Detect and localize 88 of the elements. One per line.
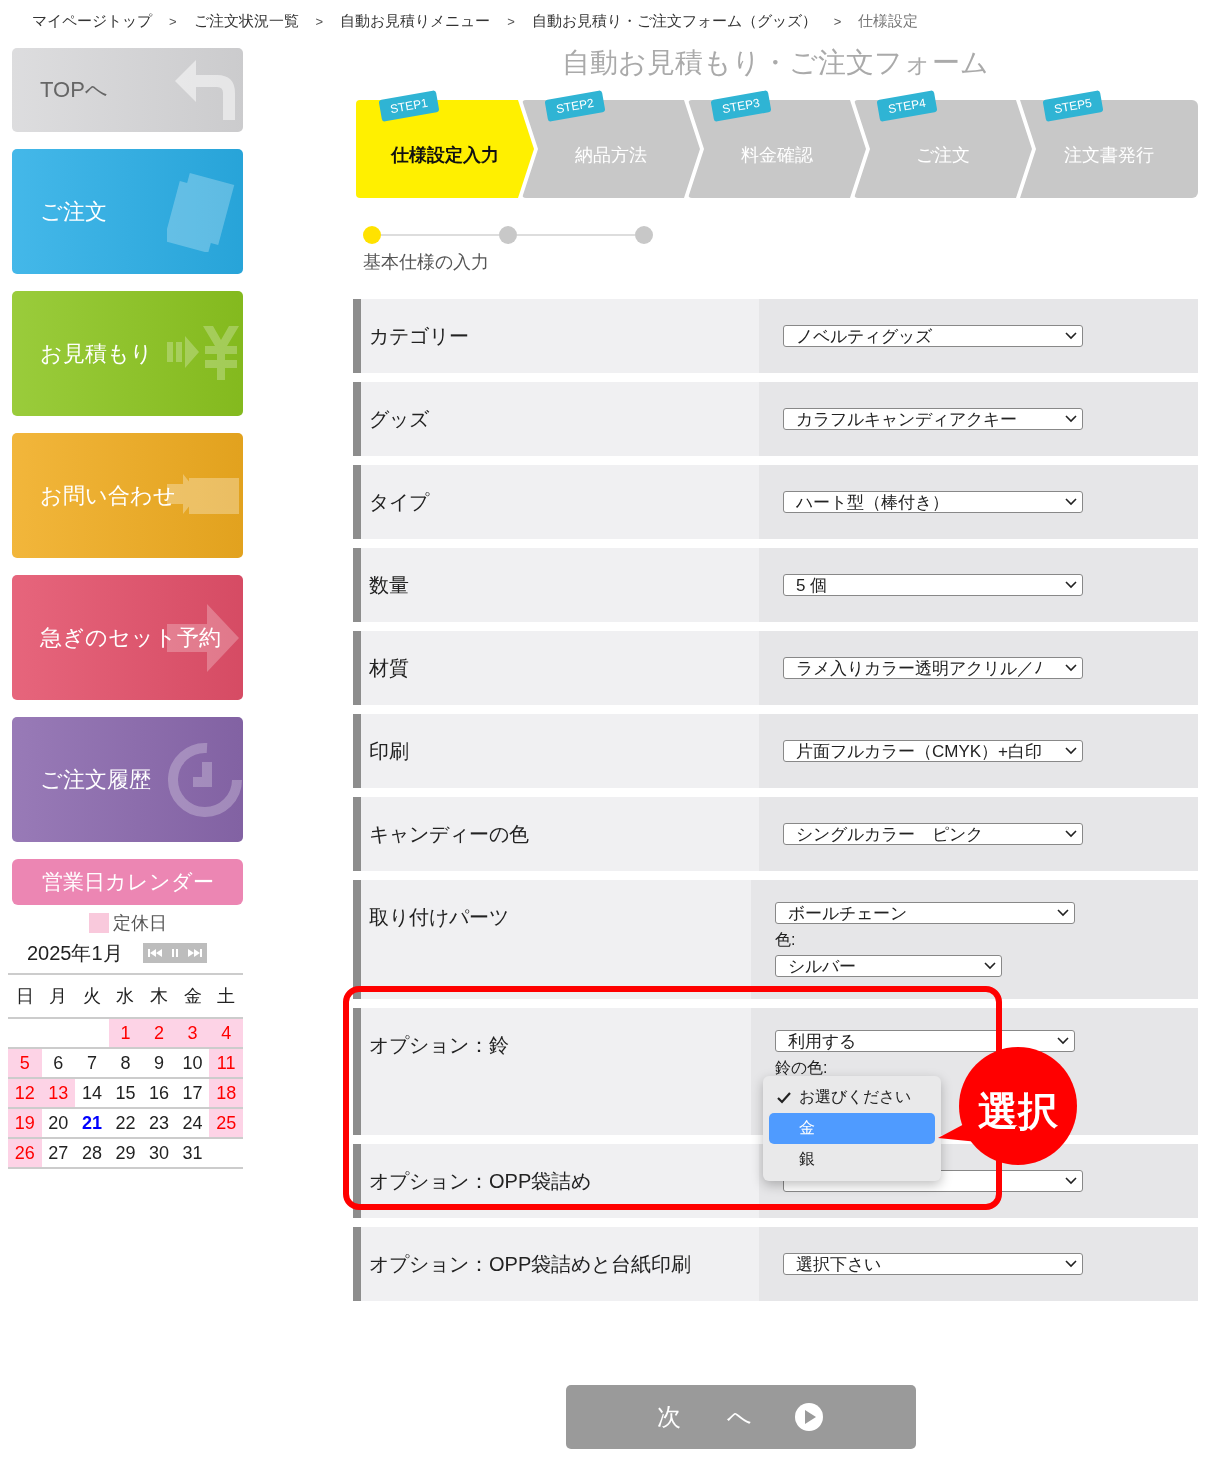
calendar-day: 2	[142, 1018, 176, 1048]
field-label: キャンディーの色	[369, 821, 529, 847]
field-label: グッズ	[369, 406, 429, 432]
calendar-day: 23	[142, 1108, 176, 1138]
select-field[interactable]: 利用する	[775, 1030, 1075, 1052]
form-title: 自動お見積もり・ご注文フォーム	[561, 46, 990, 80]
select-field[interactable]: 選択下さい	[783, 1253, 1083, 1275]
calendar-day: 4	[209, 1018, 243, 1048]
pause-icon	[171, 949, 178, 957]
select-field[interactable]: ラメ入りカラー透明アクリル／ﾉ	[783, 657, 1083, 679]
calendar-day: 15	[108, 1078, 143, 1108]
calendar-day: 8	[108, 1048, 143, 1078]
breadcrumb-separator: >	[169, 13, 177, 29]
breadcrumb-separator: >	[315, 13, 324, 29]
chevron-icon	[1065, 1177, 1077, 1185]
breadcrumb-link[interactable]: 自動お見積り・ご注文フォーム（グッズ）	[531, 11, 817, 31]
holiday-swatch	[88, 913, 109, 933]
breadcrumb-separator: >	[833, 13, 842, 29]
calendar-day: 28	[75, 1138, 109, 1168]
select-field[interactable]: ハート型（棒付き）	[783, 491, 1083, 513]
chevron-icon	[1065, 664, 1077, 672]
calendar-day: 22	[108, 1108, 143, 1138]
nav-button[interactable]: TOPへ	[12, 48, 243, 132]
chevron-icon	[1065, 581, 1077, 589]
chevron-icon	[984, 962, 996, 970]
breadcrumb-link[interactable]: ご注文状況一覧	[193, 11, 299, 31]
field-label: タイプ	[369, 489, 429, 515]
calendar-day: 12	[8, 1078, 42, 1108]
legend-label: 定休日	[112, 912, 167, 935]
weekday-header: 月	[41, 974, 76, 1018]
chevron-icon	[1057, 909, 1069, 917]
field-label: 取り付けパーツ	[369, 905, 509, 930]
breadcrumb-current: 仕様設定	[858, 11, 919, 31]
calendar-day: 7	[75, 1048, 109, 1078]
calendar-day: 5	[8, 1048, 42, 1078]
select-field[interactable]: シングルカラー ピンク	[783, 823, 1083, 845]
calendar-day: 21	[75, 1108, 109, 1138]
chevron-icon	[1065, 747, 1077, 755]
calendar-day: 20	[41, 1108, 76, 1138]
callout-text: 選択	[977, 1088, 1059, 1135]
nav-button[interactable]: 急ぎのセット予約	[12, 575, 243, 700]
weekday-header: 日	[8, 974, 42, 1018]
calendar-month: 2025年1月	[27, 940, 123, 966]
nav-button[interactable]: ご注文履歴	[12, 717, 243, 842]
calendar-day: 25	[209, 1108, 243, 1138]
dropdown-option[interactable]: 銀	[769, 1144, 935, 1175]
calendar-day: 9	[142, 1048, 176, 1078]
calendar-day: 27	[41, 1138, 76, 1168]
chevron-icon	[1065, 498, 1077, 506]
dropdown-option[interactable]: お選びください	[769, 1082, 935, 1113]
sub-label: 色:	[775, 930, 797, 950]
return-arrow-icon	[175, 60, 235, 120]
select-field[interactable]: カラフルキャンディアクキー	[783, 408, 1083, 430]
sub-label: 鈴の色:	[775, 1058, 829, 1078]
breadcrumb-link[interactable]: 自動お見積りメニュー	[340, 11, 491, 31]
select-field[interactable]: シルバー	[775, 955, 1002, 977]
calendar-day: 18	[209, 1078, 243, 1108]
checkmark-icon	[777, 1091, 791, 1104]
calendar-day: 26	[8, 1138, 42, 1168]
select-field[interactable]: 片面フルカラー（CMYK）+白印	[783, 740, 1083, 762]
calendar-day: 11	[209, 1048, 243, 1078]
calendar-day: 29	[108, 1138, 143, 1168]
play-icon	[794, 1402, 825, 1432]
breadcrumb-separator: >	[507, 13, 515, 29]
chevron-icon	[1065, 415, 1077, 423]
select-field[interactable]: ボールチェーン	[775, 902, 1075, 924]
field-label: オプション：鈴	[369, 1033, 509, 1058]
calendar-day: 14	[75, 1078, 109, 1108]
calendar-day: 30	[142, 1138, 176, 1168]
field-label: 印刷	[369, 738, 409, 764]
chevron-icon	[1065, 830, 1077, 838]
calendar-day: 19	[8, 1108, 42, 1138]
field-label: オプション：OPP袋詰めと台紙印刷	[369, 1251, 692, 1277]
progress-label: 基本仕様の入力	[363, 251, 490, 274]
breadcrumb-link[interactable]: マイページトップ	[32, 11, 152, 31]
chevron-icon	[1057, 1037, 1069, 1045]
select-field[interactable]: 5 個	[783, 574, 1083, 596]
calendar-day: 16	[142, 1078, 176, 1108]
field-label: 材質	[369, 655, 409, 681]
chevron-icon	[1065, 332, 1077, 340]
field-label: カテゴリー	[369, 323, 469, 349]
field-label: オプション：OPP袋詰め	[369, 1168, 592, 1194]
select-field[interactable]: ノベルティグッズ	[783, 325, 1083, 347]
calendar-day: 1	[108, 1018, 143, 1048]
chevron-icon	[1065, 1260, 1077, 1268]
calendar-day: 31	[175, 1138, 210, 1168]
weekday-header: 火	[75, 974, 109, 1018]
field-label: 数量	[369, 572, 409, 598]
